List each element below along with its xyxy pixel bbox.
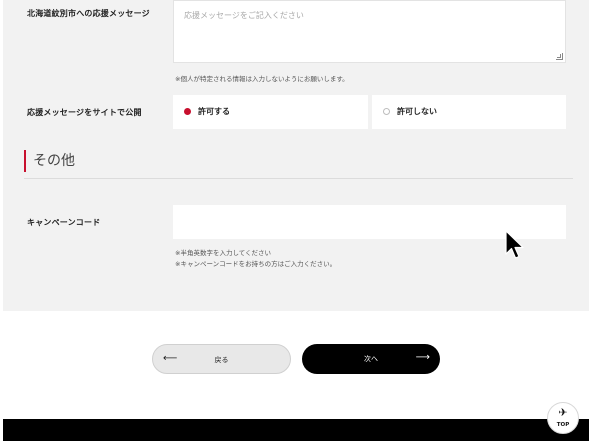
- footer-bar: [3, 419, 589, 441]
- campaign-label: キャンペーンコード: [27, 218, 101, 227]
- section-title-other: その他: [24, 150, 75, 172]
- next-button[interactable]: 次へ ⟶: [302, 344, 440, 374]
- campaign-note-2: ※キャンペーンコードをお持ちの方はご入力ください。: [175, 260, 337, 268]
- radio-option-deny[interactable]: 許可しない: [372, 95, 566, 129]
- message-textarea[interactable]: 応援メッセージをご記入ください: [173, 0, 566, 63]
- airplane-icon: ✈: [558, 406, 568, 419]
- back-to-top-label: TOP: [556, 422, 570, 428]
- radio-option-deny-label: 許可しない: [397, 107, 437, 116]
- form-panel: 北海道紋別市への応援メッセージ 応援メッセージをご記入ください ※個人が特定され…: [3, 0, 589, 311]
- radio-option-allow[interactable]: 許可する: [173, 95, 368, 129]
- arrow-right-icon: ⟶: [415, 352, 430, 363]
- message-note: ※個人が特定される情報は入力しないようにお願いします。: [175, 75, 349, 83]
- campaign-note-1: ※半角英数字を入力してください: [175, 249, 272, 257]
- radio-option-allow-label: 許可する: [198, 107, 230, 116]
- mouse-cursor-icon: [505, 230, 524, 259]
- radio-unselected-icon: [383, 108, 390, 115]
- publish-label: 応援メッセージをサイトで公開: [27, 108, 142, 117]
- back-button[interactable]: ⟵ 戻る: [152, 344, 291, 374]
- resize-handle-icon[interactable]: [556, 53, 563, 60]
- back-to-top-button[interactable]: ✈ TOP: [547, 402, 579, 434]
- back-button-label: 戻る: [214, 356, 229, 364]
- message-label: 北海道紋別市への応援メッセージ: [27, 9, 150, 18]
- message-placeholder: 応援メッセージをご記入ください: [184, 11, 304, 20]
- radio-selected-icon: [184, 108, 191, 115]
- section-divider: [24, 178, 573, 179]
